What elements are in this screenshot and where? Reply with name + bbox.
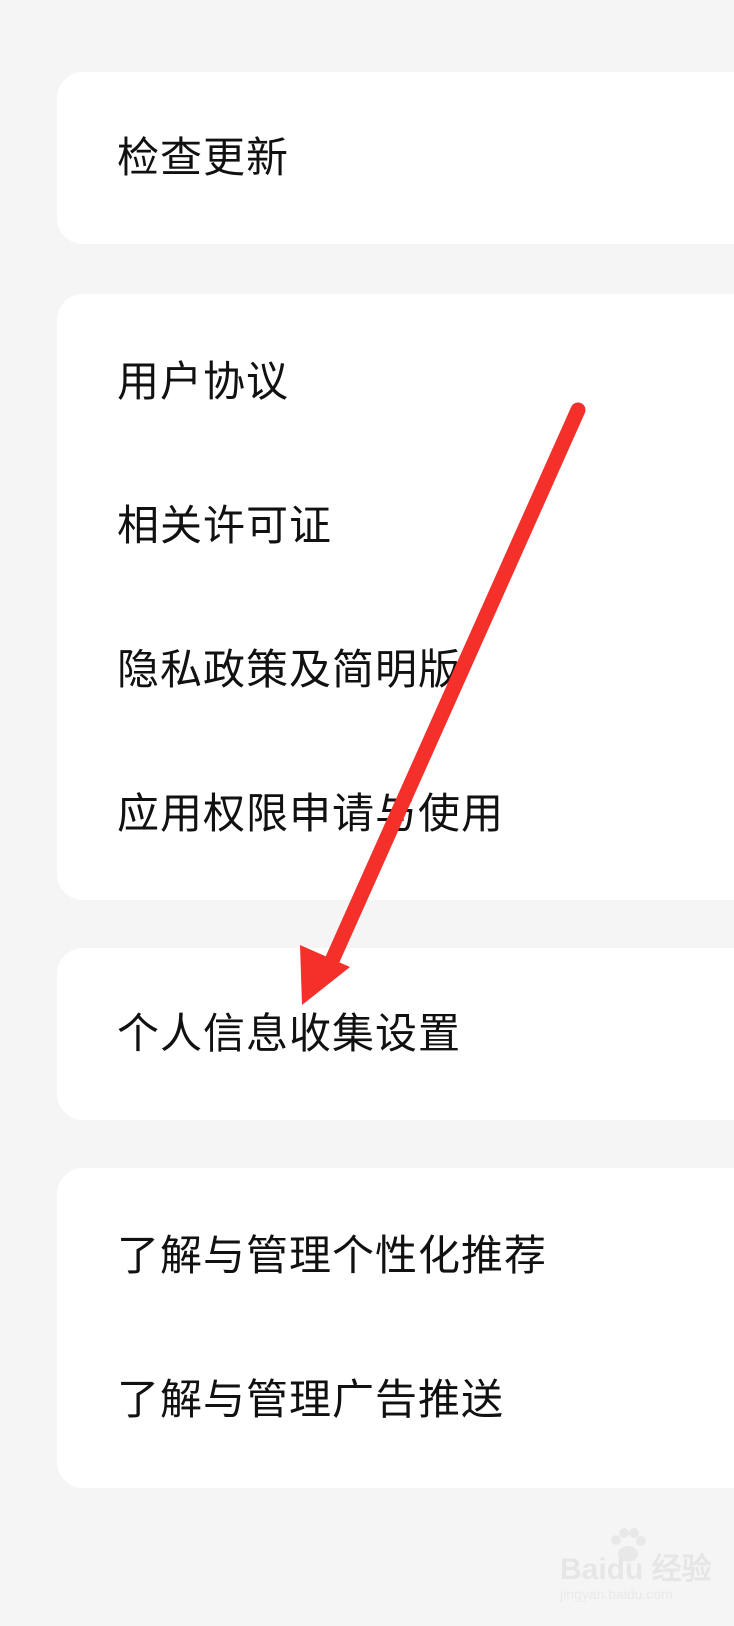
watermark-logo-text: Baidu 经验 — [560, 1553, 712, 1586]
ad-push-item[interactable]: 了解与管理广告推送 — [117, 1374, 504, 1426]
app-permissions-item[interactable]: 应用权限申请与使用 — [117, 788, 504, 840]
group-legal-card: 用户协议 相关许可证 隐私政策及简明版 应用权限申请与使用 — [57, 294, 734, 900]
group-personal-info-card: 个人信息收集设置 — [57, 948, 734, 1120]
check-update-item[interactable]: 检查更新 — [117, 132, 289, 184]
group-recommendation-card: 了解与管理个性化推荐 了解与管理广告推送 — [57, 1168, 734, 1488]
privacy-policy-item[interactable]: 隐私政策及简明版 — [117, 644, 461, 696]
personal-info-collection-item[interactable]: 个人信息收集设置 — [117, 1008, 461, 1060]
group-update-card: 检查更新 — [57, 72, 734, 244]
licenses-item[interactable]: 相关许可证 — [117, 500, 332, 552]
baidu-watermark: Baidu 经验 jingyan.baidu.com — [560, 1528, 730, 1616]
watermark-url-text: jingyan.baidu.com — [560, 1586, 673, 1602]
user-agreement-item[interactable]: 用户协议 — [117, 356, 289, 408]
personalized-recommendation-item[interactable]: 了解与管理个性化推荐 — [117, 1230, 547, 1282]
